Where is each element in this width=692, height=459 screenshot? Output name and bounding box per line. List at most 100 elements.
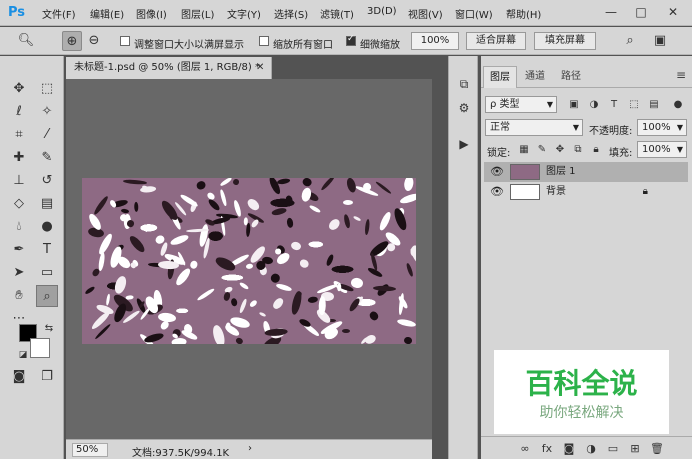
path-selection-tool-icon[interactable]: ➤ <box>8 262 30 284</box>
new-layer-icon[interactable]: ⊞ <box>627 441 643 457</box>
screen-mode-icon[interactable]: ❐ <box>36 366 58 388</box>
tab-paths[interactable]: 路径 <box>555 66 587 88</box>
menu-help[interactable]: 帮助(H) <box>506 6 541 21</box>
lock-position-icon[interactable]: ✥ <box>553 143 567 157</box>
document-tab[interactable]: 未标题-1.psd @ 50% (图层 1, RGB/8) * <box>66 57 272 79</box>
history-panel-icon[interactable]: ⧉ <box>454 74 474 94</box>
tab-layers[interactable]: 图层 <box>483 66 517 88</box>
visibility-eye-icon[interactable]: 👁︎ <box>490 182 504 202</box>
rectangle-tool-icon[interactable]: ▭ <box>36 262 58 284</box>
filter-toggle-icon[interactable]: ● <box>671 98 685 112</box>
layer-filter-select[interactable]: ρ 类型 ▼ <box>485 96 557 113</box>
menu-bar: Ps 文件(F) 编辑(E) 图像(I) 图层(L) 文字(Y) 选择(S) 滤… <box>0 0 692 26</box>
eyedropper-tool-icon[interactable]: ⁄ <box>36 124 58 146</box>
texture-spot <box>342 200 354 206</box>
menu-filter[interactable]: 滤镜(T) <box>320 6 354 21</box>
hand-tool-icon[interactable]: ✋︎ <box>8 285 30 307</box>
lock-artboard-icon[interactable]: ⧉ <box>571 143 585 157</box>
lock-image-icon[interactable]: ✎ <box>535 143 549 157</box>
zoom-tool-icon[interactable]: ⌕ <box>36 285 58 307</box>
fit-screen-button[interactable]: 适合屏幕 <box>466 32 526 50</box>
default-colors-icon[interactable]: ◪ <box>12 344 34 366</box>
clone-stamp-tool-icon[interactable]: ⊥ <box>8 170 30 192</box>
texture-spot <box>169 233 191 247</box>
properties-panel-icon[interactable]: ⚙︎ <box>454 98 474 118</box>
scrubby-zoom-checkbox[interactable] <box>346 34 356 46</box>
pen-tool-icon[interactable]: ✒ <box>8 239 30 261</box>
brush-tool-icon[interactable]: ✎ <box>36 147 58 169</box>
zoom-value-field[interactable]: 100% <box>411 32 459 50</box>
fill-field[interactable]: 100% ▼ <box>637 141 687 158</box>
workspace-icon[interactable]: ▣ <box>650 31 670 51</box>
healing-brush-tool-icon[interactable]: ✚ <box>8 147 30 169</box>
menu-edit[interactable]: 编辑(E) <box>90 6 124 21</box>
texture-spot <box>264 328 288 337</box>
fill-screen-button[interactable]: 填充屏幕 <box>534 32 596 50</box>
filter-pixel-icon[interactable]: ▣ <box>567 98 581 112</box>
chevron-down-icon: ▼ <box>546 100 553 109</box>
texture-spot <box>239 297 248 313</box>
visibility-eye-icon[interactable]: 👁︎ <box>490 162 504 182</box>
menu-layer[interactable]: 图层(L) <box>181 6 214 21</box>
eraser-tool-icon[interactable]: ◇ <box>8 193 30 215</box>
menu-window[interactable]: 窗口(W) <box>455 6 493 21</box>
move-tool-icon[interactable]: ✥ <box>8 78 30 100</box>
actions-play-icon[interactable]: ▶ <box>454 134 474 154</box>
tab-channels[interactable]: 通道 <box>519 66 551 88</box>
zoom-in-icon[interactable]: ⊕ <box>62 31 82 51</box>
layer-row[interactable]: 👁︎ 背景 🔒︎ <box>484 182 688 202</box>
dodge-tool-icon[interactable]: ● <box>36 216 58 238</box>
magic-wand-tool-icon[interactable]: ✧ <box>36 101 58 123</box>
menu-type[interactable]: 文字(Y) <box>227 6 261 21</box>
restore-button[interactable]: □ <box>630 2 652 22</box>
delete-layer-icon[interactable]: 🗑︎ <box>649 441 665 457</box>
menu-3d[interactable]: 3D(D) <box>367 6 397 17</box>
blur-tool-icon[interactable]: 💧︎ <box>8 216 30 238</box>
zoom-all-checkbox[interactable] <box>259 36 269 46</box>
opacity-field[interactable]: 100% ▼ <box>637 119 687 136</box>
blend-mode-select[interactable]: 正常 ▼ <box>485 119 583 136</box>
close-button[interactable]: ✕ <box>662 2 684 22</box>
history-brush-tool-icon[interactable]: ↺ <box>36 170 58 192</box>
type-tool-icon[interactable]: T <box>36 239 58 261</box>
canvas-image[interactable] <box>82 178 416 344</box>
zoom-tool-preset-icon[interactable]: 🔍︎ <box>16 31 36 51</box>
minimize-button[interactable]: — <box>600 2 622 22</box>
marquee-tool-icon[interactable]: ⬚ <box>36 78 58 100</box>
search-icon[interactable]: ⌕ <box>620 31 640 51</box>
link-layers-icon[interactable]: ∞ <box>517 441 533 457</box>
swap-colors-icon[interactable]: ⇆ <box>38 318 60 340</box>
menu-image[interactable]: 图像(I) <box>136 6 167 21</box>
texture-spot <box>325 253 335 267</box>
texture-spot <box>113 274 128 295</box>
texture-spot <box>189 259 199 270</box>
quick-mask-icon[interactable]: ◙ <box>8 366 30 388</box>
document-close-icon[interactable]: ✕ <box>256 57 264 79</box>
lasso-tool-icon[interactable]: ℓ <box>8 101 30 123</box>
add-mask-icon[interactable]: ◙ <box>561 441 577 457</box>
layer-row[interactable]: 👁︎ 图层 1 <box>484 162 688 182</box>
zoom-out-icon[interactable]: ⊖ <box>84 31 104 51</box>
texture-spot <box>220 178 233 187</box>
filter-shape-icon[interactable]: ⬚ <box>627 98 641 112</box>
zoom-level-field[interactable]: 50% <box>72 443 108 457</box>
status-menu-arrow-icon[interactable]: › <box>248 443 252 454</box>
panel-menu-icon[interactable]: ≡ <box>676 68 686 82</box>
texture-spot <box>275 282 293 292</box>
lock-all-icon[interactable]: 🔒︎ <box>589 143 603 157</box>
crop-tool-icon[interactable]: ⌗ <box>8 124 30 146</box>
adjustment-layer-icon[interactable]: ◑ <box>583 441 599 457</box>
lock-transparent-icon[interactable]: ▦ <box>517 143 531 157</box>
layer-style-icon[interactable]: fx <box>539 441 555 457</box>
gradient-tool-icon[interactable]: ▤ <box>36 193 58 215</box>
filter-adjustment-icon[interactable]: ◑ <box>587 98 601 112</box>
menu-view[interactable]: 视图(V) <box>408 6 443 21</box>
filter-type-icon[interactable]: T <box>607 98 621 112</box>
menu-file[interactable]: 文件(F) <box>42 6 76 21</box>
texture-spot <box>222 290 231 301</box>
new-group-icon[interactable]: ▭ <box>605 441 621 457</box>
texture-spot <box>271 296 285 311</box>
resize-windows-checkbox[interactable] <box>120 36 130 46</box>
filter-smart-object-icon[interactable]: ▤ <box>647 98 661 112</box>
menu-select[interactable]: 选择(S) <box>274 6 308 21</box>
